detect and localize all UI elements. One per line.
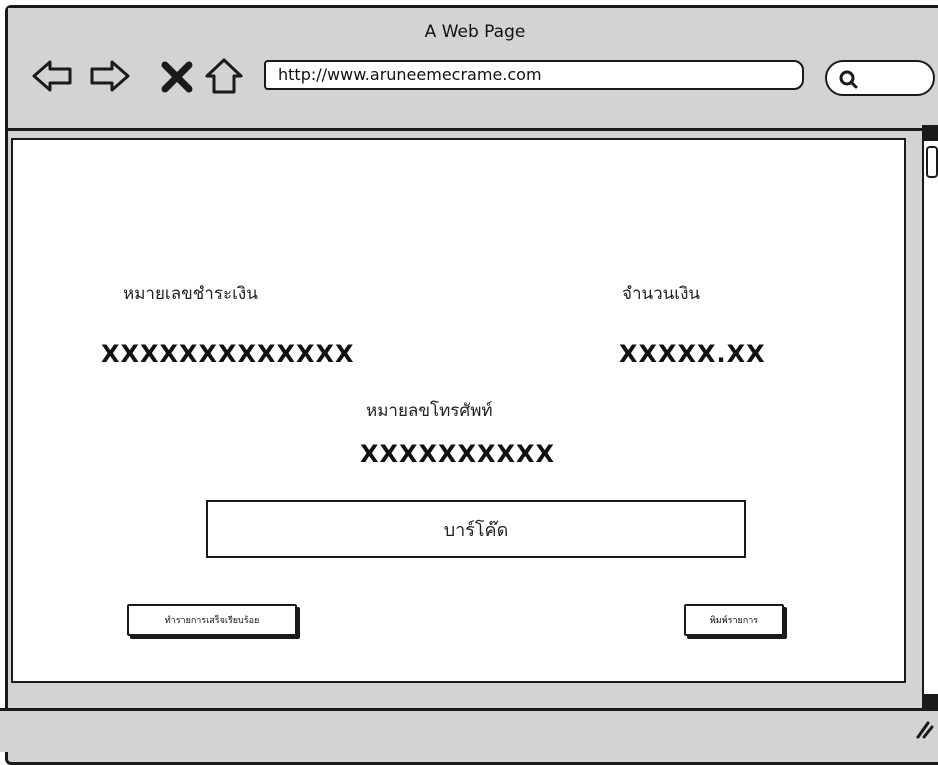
- barcode-label: บาร์โค๊ด: [443, 519, 509, 541]
- print-transaction-label: พิมพ์รายการ: [709, 616, 759, 626]
- complete-transaction-button[interactable]: ทำรายการเสร็จเรียบร้อย: [127, 604, 297, 636]
- url-input[interactable]: http://www.aruneemecrame.com: [264, 60, 804, 90]
- amount-value: XXXXX.XX: [619, 340, 766, 368]
- browser-toolbar: A Web Page http://www.aruneemecrame.com: [8, 8, 938, 131]
- search-input[interactable]: [825, 60, 935, 96]
- forward-arrow-icon[interactable]: [88, 54, 132, 98]
- vertical-scrollbar[interactable]: [922, 125, 938, 710]
- amount-label: จำนวนเงิน: [622, 284, 701, 304]
- back-arrow-icon[interactable]: [30, 54, 74, 98]
- print-transaction-button[interactable]: พิมพ์รายการ: [684, 604, 784, 636]
- resize-grip-icon[interactable]: [914, 719, 934, 739]
- payment-ref-value: XXXXXXXXXXXXX: [101, 340, 355, 368]
- status-bar: [0, 708, 938, 752]
- payment-ref-label: หมายเลขชำระเงิน: [123, 284, 258, 304]
- phone-label: หมายลขโทรศัพท์: [366, 401, 493, 421]
- window-title: A Web Page: [424, 22, 526, 42]
- home-icon[interactable]: [202, 54, 246, 98]
- phone-value: XXXXXXXXXX: [360, 440, 556, 468]
- complete-transaction-label: ทำรายการเสร็จเรียบร้อย: [164, 616, 260, 626]
- scroll-thumb[interactable]: [926, 146, 938, 178]
- scroll-up-icon[interactable]: [922, 125, 938, 141]
- search-icon: [839, 70, 858, 89]
- barcode-area: บาร์โค๊ด: [206, 500, 746, 558]
- stop-icon[interactable]: [155, 54, 199, 98]
